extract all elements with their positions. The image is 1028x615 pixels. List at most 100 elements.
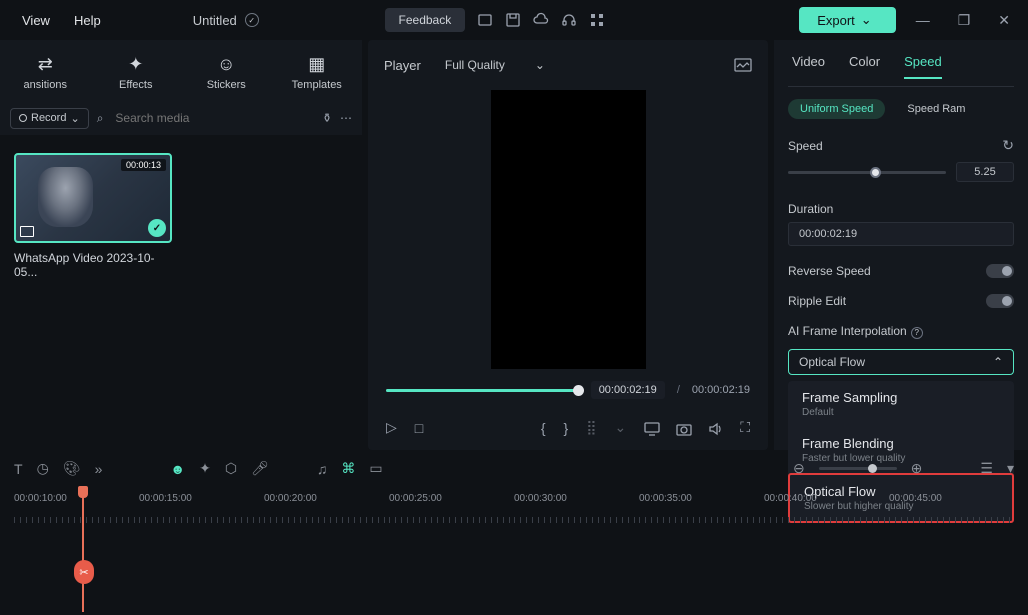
menu-view[interactable]: View	[10, 7, 62, 34]
preview-video[interactable]	[491, 90, 646, 369]
effects-icon: ✦	[95, 54, 178, 75]
layout-icon[interactable]	[477, 12, 493, 28]
tab-speed[interactable]: Speed	[904, 54, 942, 79]
timeline-toolbar: T ◷ 🎨︎ » ☻ ✦ ⬡ 🎤︎ ♫ ⌘ ▭ ⊖ ⊕ ☰ ▾	[0, 450, 1028, 487]
frameinterp-row: AI Frame Interpolation?	[788, 314, 1014, 345]
zoom-slider[interactable]	[819, 467, 897, 470]
close-button[interactable]: ✕	[990, 8, 1018, 33]
time-sep: /	[677, 384, 680, 396]
dropdown-value: Optical Flow	[799, 355, 865, 369]
speed-subtabs: Uniform Speed Speed Ram	[788, 87, 1014, 127]
option-frame-sampling[interactable]: Frame Sampling Default	[788, 381, 1014, 427]
maximize-button[interactable]: ❐	[950, 8, 979, 33]
timer-icon[interactable]: ◷	[37, 460, 49, 477]
tab-label: Templates	[292, 79, 342, 91]
tab-effects[interactable]: ✦Effects	[91, 48, 182, 101]
tab-templates[interactable]: ▦ Templates	[272, 48, 363, 101]
play-button[interactable]: ▷	[386, 419, 397, 436]
subtab-uniform[interactable]: Uniform Speed	[788, 99, 885, 119]
preview-controls: ▷ □ { } ⣿ ⌄ ⛶	[368, 411, 768, 450]
tab-transitions[interactable]: ⇄ansitions	[0, 48, 91, 101]
quality-value: Full Quality	[445, 58, 505, 72]
menu-help[interactable]: Help	[62, 7, 113, 34]
ruler-mark: 00:00:30:00	[514, 493, 639, 519]
zoom-thumb[interactable]	[868, 464, 877, 473]
reset-icon[interactable]: ↻	[1002, 137, 1014, 154]
speed-slider[interactable]	[788, 171, 946, 174]
shield-icon[interactable]: ⬡	[225, 460, 237, 477]
media-grid: 00:00:13 ✓ WhatsApp Video 2023-10-05...	[0, 135, 362, 450]
export-button[interactable]: Export ⌄	[799, 7, 895, 33]
info-icon[interactable]: ?	[911, 327, 923, 339]
zoom-out-icon[interactable]: ⊖	[793, 460, 805, 477]
ripple-label: Ripple Edit	[788, 294, 846, 308]
slider-thumb[interactable]	[870, 167, 881, 178]
clip-name: WhatsApp Video 2023-10-05...	[14, 251, 172, 279]
minimize-button[interactable]: —	[908, 8, 938, 32]
timeline-ruler[interactable]: 00:00:10:00 00:00:15:00 00:00:20:00 00:0…	[0, 487, 1028, 519]
stop-button[interactable]: □	[415, 420, 423, 436]
fullscreen-icon[interactable]: ⛶	[740, 419, 750, 436]
reverse-toggle[interactable]	[986, 264, 1014, 278]
more-tools-icon[interactable]: »	[95, 461, 103, 477]
media-clip[interactable]: 00:00:13 ✓ WhatsApp Video 2023-10-05...	[14, 153, 172, 279]
settings-chevron-icon[interactable]: ▾	[1007, 460, 1014, 477]
search-input[interactable]	[111, 107, 314, 129]
grid-icon[interactable]	[589, 12, 605, 28]
tab-color[interactable]: Color	[849, 54, 880, 78]
seek-row: 00:00:02:19 / 00:00:02:19	[368, 369, 768, 411]
cut-marker[interactable]: ✂	[74, 560, 94, 584]
magnet-icon[interactable]: ⌘	[341, 460, 355, 477]
seekbar[interactable]	[386, 389, 579, 392]
palette-icon[interactable]: 🎨︎	[63, 460, 81, 477]
titlebar: View Help Untitled ✓ Feedback Export ⌄ —…	[0, 0, 1028, 40]
tab-stickers[interactable]: ☺Stickers	[181, 48, 272, 101]
headphones-icon[interactable]	[561, 12, 577, 28]
cloud-icon[interactable]	[533, 12, 549, 28]
tab-video[interactable]: Video	[792, 54, 825, 78]
media-tabs: ⇄ansitions ✦Effects ☺Stickers ▦ Templates	[0, 40, 362, 101]
speed-slider-row: 5.25	[788, 160, 1014, 192]
frameinterp-label: AI Frame Interpolation?	[788, 324, 923, 339]
speed-label: Speed	[788, 139, 823, 153]
snapshot-icon[interactable]	[734, 58, 752, 73]
inspector-tabs: Video Color Speed	[788, 40, 1014, 87]
list-view-icon[interactable]: ☰	[980, 460, 993, 477]
ai-icon[interactable]: ☻	[170, 461, 185, 477]
speed-value[interactable]: 5.25	[956, 162, 1014, 182]
mark-in-icon[interactable]: {	[541, 420, 546, 436]
save-icon[interactable]	[505, 12, 521, 28]
crop-icon[interactable]: ⣿	[586, 419, 596, 436]
enhance-icon[interactable]: ✦	[199, 460, 211, 477]
ruler-mark: 00:00:20:00	[264, 493, 389, 519]
clip-thumbnail[interactable]: 00:00:13 ✓	[14, 153, 172, 243]
ripple-toggle[interactable]	[986, 294, 1014, 308]
duration-input[interactable]: 00:00:02:19	[788, 222, 1014, 246]
mic-icon[interactable]: 🎤︎	[251, 460, 269, 477]
clip-duration-badge: 00:00:13	[121, 159, 166, 171]
display-icon[interactable]	[644, 419, 660, 435]
chevron-down-icon[interactable]: ⌄	[614, 419, 626, 436]
frame-icon[interactable]: ▭	[369, 460, 382, 477]
volume-icon[interactable]	[708, 419, 724, 435]
clip-type-icon	[20, 226, 34, 237]
zoom-in-icon[interactable]: ⊕	[911, 460, 923, 477]
playhead[interactable]	[82, 492, 84, 612]
ruler-mark: 00:00:45:00	[889, 493, 1014, 519]
playhead-head[interactable]	[78, 486, 88, 498]
ruler-mark: 00:00:15:00	[139, 493, 264, 519]
inspector-panel: Video Color Speed Uniform Speed Speed Ra…	[774, 40, 1028, 450]
subtab-ramp[interactable]: Speed Ram	[895, 99, 977, 119]
feedback-button[interactable]: Feedback	[385, 8, 466, 32]
quality-select[interactable]: Full Quality ⌄	[437, 54, 553, 76]
frameinterp-dropdown[interactable]: Optical Flow ⌃	[788, 349, 1014, 375]
text-tool-icon[interactable]: T	[14, 461, 23, 477]
camera-icon[interactable]	[676, 419, 692, 435]
record-button[interactable]: Record ⌄	[10, 108, 89, 129]
seekbar-thumb[interactable]	[573, 385, 584, 396]
music-icon[interactable]: ♫	[317, 461, 328, 477]
filter-icon[interactable]: ⚱	[322, 111, 332, 125]
templates-icon: ▦	[276, 54, 359, 75]
mark-out-icon[interactable]: }	[564, 420, 569, 436]
more-icon[interactable]: ⋯	[340, 111, 352, 125]
